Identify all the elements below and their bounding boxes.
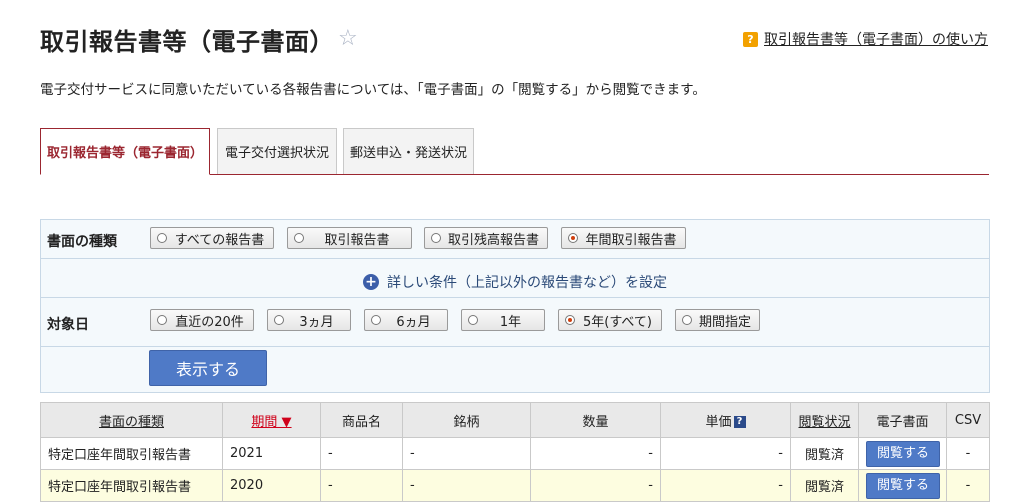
option-label: 1年 xyxy=(499,314,522,330)
radio-icon xyxy=(431,233,441,243)
option-label: 3ヵ月 xyxy=(299,314,334,330)
cell-period: 2021 xyxy=(222,437,321,470)
option-all-reports[interactable]: すべての報告書 xyxy=(150,227,274,249)
header-unit-price: 単価? xyxy=(660,402,791,438)
header-doc-type[interactable]: 書面の種類 xyxy=(40,402,223,438)
show-button[interactable]: 表示する xyxy=(149,350,267,386)
report-table: 書面の種類 期間 ▼ 商品名 銘柄 数量 単価? 閲覧状況 電子書面 CSV 特… xyxy=(40,402,990,502)
option-6-months[interactable]: 6ヵ月 xyxy=(364,309,448,331)
doc-type-label: 書面の種類 xyxy=(47,234,117,250)
table-row: 特定口座年間取引報告書 2020 - - - - 閲覧済 閲覧する - xyxy=(40,469,990,502)
cell-csv: - xyxy=(946,437,990,470)
option-trade-report[interactable]: 取引報告書 xyxy=(287,227,412,249)
option-balance-report[interactable]: 取引残高報告書 xyxy=(424,227,548,249)
radio-icon xyxy=(468,315,478,325)
help-link[interactable]: ? 取引報告書等（電子書面）の使い方 xyxy=(743,29,988,49)
option-label: 直近の20件 xyxy=(175,314,244,330)
radio-icon xyxy=(682,315,692,325)
radio-icon xyxy=(371,315,381,325)
cell-product: - xyxy=(320,437,403,470)
table-row: 特定口座年間取引報告書 2021 - - - - 閲覧済 閲覧する - xyxy=(40,437,990,470)
page-description: 電子交付サービスに同意いただいている各報告書については、「電子書面」の「閲覧する… xyxy=(40,82,706,98)
radio-icon xyxy=(568,233,578,243)
header-issue: 銘柄 xyxy=(402,402,531,438)
option-label: 5年(すべて) xyxy=(583,314,652,330)
cell-unit-price: - xyxy=(660,437,791,470)
radio-icon xyxy=(294,233,304,243)
header-quantity: 数量 xyxy=(530,402,661,438)
header-doc-type-label[interactable]: 書面の種類 xyxy=(99,415,164,430)
date-label: 対象日 xyxy=(47,317,89,333)
plus-circle-icon: + xyxy=(363,274,379,290)
cell-unit-price: - xyxy=(660,469,791,502)
cell-view-status: 閲覧済 xyxy=(790,469,859,502)
tab-label: 取引報告書等（電子書面） xyxy=(46,146,203,161)
cell-period: 2020 xyxy=(222,469,321,502)
tab-bar: 取引報告書等（電子書面） 電子交付選択状況 郵送申込・発送状況 xyxy=(40,128,989,175)
view-button[interactable]: 閲覧する xyxy=(866,440,940,467)
cell-doc-type: 特定口座年間取引報告書 xyxy=(40,469,223,502)
radio-icon xyxy=(157,315,167,325)
header-period[interactable]: 期間 ▼ xyxy=(222,402,321,438)
favorite-star-icon[interactable]: ☆ xyxy=(338,26,358,51)
header-unit-price-label: 単価 xyxy=(705,414,732,430)
tab-delivery-selection[interactable]: 電子交付選択状況 xyxy=(217,128,337,174)
option-custom-period[interactable]: 期間指定 xyxy=(675,309,760,331)
option-1-year[interactable]: 1年 xyxy=(461,309,545,331)
cell-csv: - xyxy=(946,469,990,502)
cell-doc-type: 特定口座年間取引報告書 xyxy=(40,437,223,470)
help-question-icon[interactable]: ? xyxy=(733,416,746,428)
cell-quantity: - xyxy=(530,437,661,470)
option-label: 6ヵ月 xyxy=(396,314,431,330)
option-label: 期間指定 xyxy=(698,314,751,330)
option-label: 取引報告書 xyxy=(324,232,390,248)
header-e-doc: 電子書面 xyxy=(858,402,947,438)
detail-conditions-label: 詳しい条件（上記以外の報告書など）を設定 xyxy=(387,275,667,291)
view-button[interactable]: 閲覧する xyxy=(866,472,940,499)
cell-issue: - xyxy=(402,437,531,470)
cell-product: - xyxy=(320,469,403,502)
help-link-label[interactable]: 取引報告書等（電子書面）の使い方 xyxy=(764,29,988,49)
tab-electronic-documents[interactable]: 取引報告書等（電子書面） xyxy=(40,128,210,175)
header-period-label[interactable]: 期間 ▼ xyxy=(251,415,291,430)
radio-icon xyxy=(157,233,167,243)
cell-view-status: 閲覧済 xyxy=(790,437,859,470)
help-question-icon: ? xyxy=(743,31,758,47)
cell-e-doc: 閲覧する xyxy=(858,437,947,470)
option-3-months[interactable]: 3ヵ月 xyxy=(267,309,351,331)
option-5-years[interactable]: 5年(すべて) xyxy=(558,309,662,331)
cell-issue: - xyxy=(402,469,531,502)
cell-quantity: - xyxy=(530,469,661,502)
doc-type-row: 書面の種類 すべての報告書 取引報告書 取引残高報告書 年間取引報告書 xyxy=(41,220,989,259)
tab-label: 郵送申込・発送状況 xyxy=(349,146,467,161)
cell-e-doc: 閲覧する xyxy=(858,469,947,502)
radio-icon xyxy=(565,315,575,325)
tab-mail-status[interactable]: 郵送申込・発送状況 xyxy=(343,128,474,174)
option-label: 年間取引報告書 xyxy=(585,232,677,248)
page-title: 取引報告書等（電子書面） xyxy=(40,28,334,56)
option-annual-report[interactable]: 年間取引報告書 xyxy=(561,227,686,249)
date-row: 対象日 直近の20件 3ヵ月 6ヵ月 1年 5年(すべて) 期間指定 xyxy=(41,297,989,347)
option-latest-20[interactable]: 直近の20件 xyxy=(150,309,254,331)
option-label: 取引残高報告書 xyxy=(447,232,539,248)
table-header-row: 書面の種類 期間 ▼ 商品名 銘柄 数量 単価? 閲覧状況 電子書面 CSV xyxy=(40,402,990,438)
header-product: 商品名 xyxy=(320,402,403,438)
detail-conditions-link[interactable]: + 詳しい条件（上記以外の報告書など）を設定 xyxy=(41,268,989,296)
header-csv: CSV xyxy=(946,402,990,438)
radio-icon xyxy=(274,315,284,325)
header-view-status[interactable]: 閲覧状況 xyxy=(790,402,859,438)
option-label: すべての報告書 xyxy=(174,232,265,248)
header-view-status-label[interactable]: 閲覧状況 xyxy=(798,415,850,430)
tab-label: 電子交付選択状況 xyxy=(224,146,329,161)
